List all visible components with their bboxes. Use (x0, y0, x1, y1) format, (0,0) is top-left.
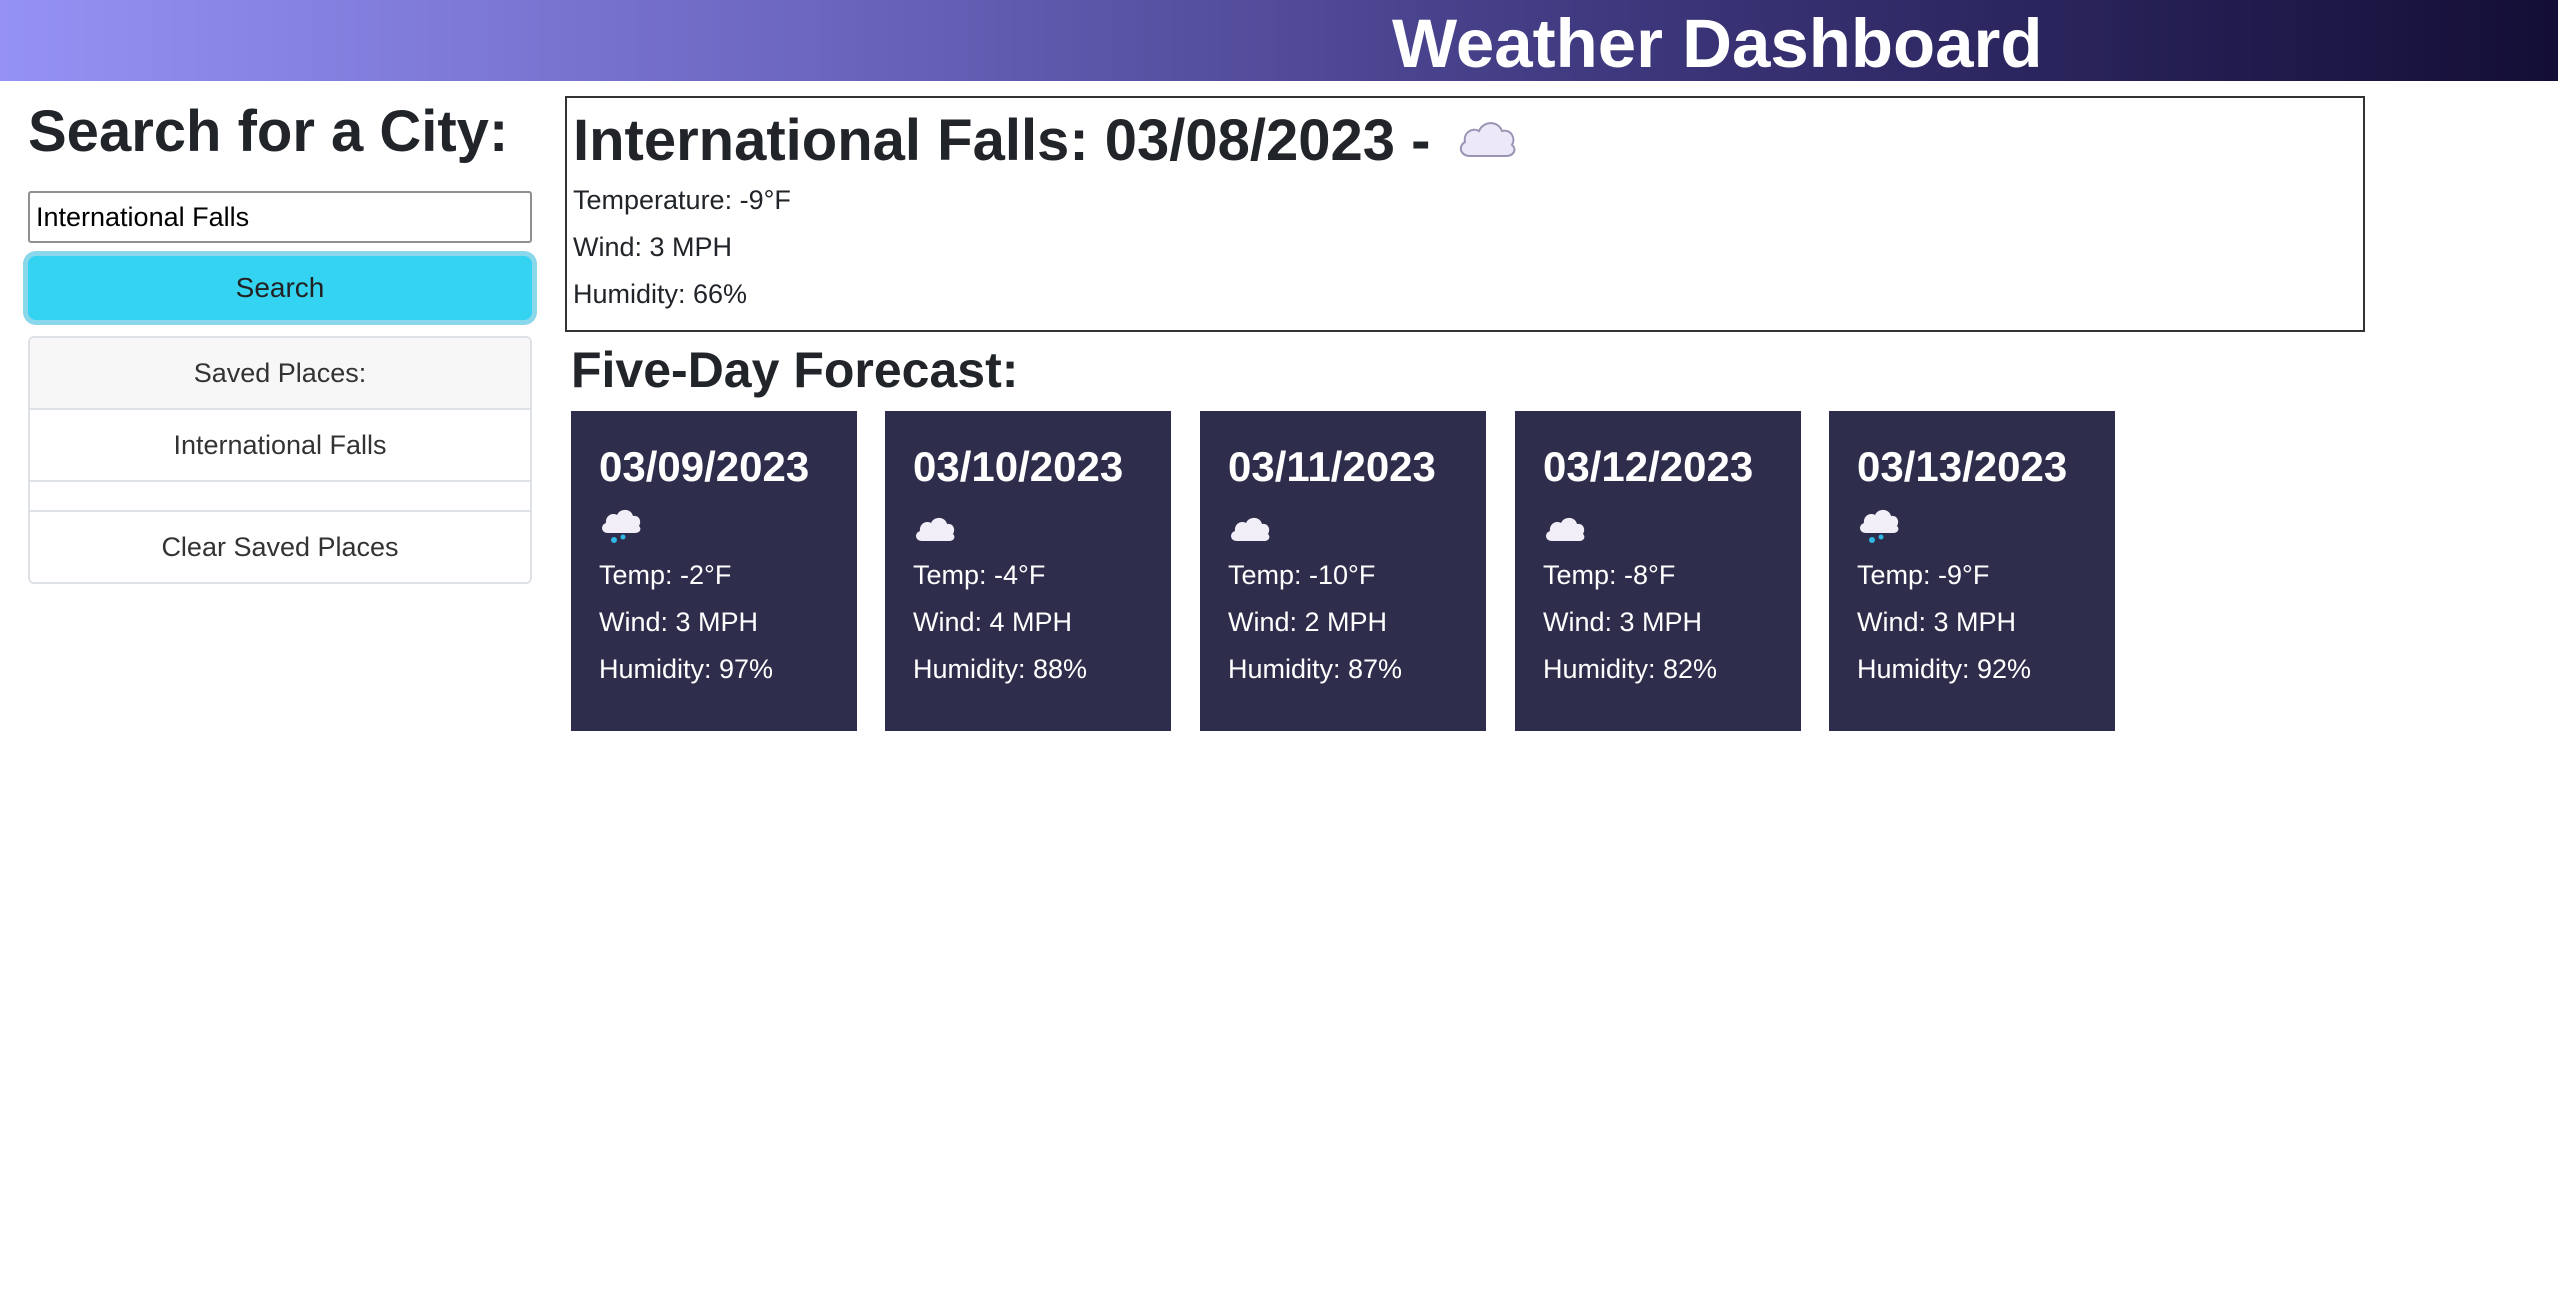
forecast-temp: Temp: -8°F (1543, 560, 1676, 590)
forecast-humidity: Humidity: 82% (1543, 654, 1718, 684)
cloud-icon (1543, 507, 1587, 549)
cloud-icon (1456, 106, 1518, 176)
search-heading: Search for a City: (28, 99, 509, 164)
saved-places-spacer (30, 482, 530, 512)
forecast-wind: Wind: 3 MPH (1543, 607, 1703, 637)
forecast-temp: Temp: -10°F (1228, 560, 1376, 590)
forecast-humidity: Humidity: 88% (913, 654, 1088, 684)
current-humidity: Humidity: 66% (573, 279, 748, 309)
forecast-card: 03/13/2023 Temp: -9°F Wind: 3 MPH Humidi… (1829, 411, 2115, 731)
forecast-card: 03/11/2023 Temp: -10°F Wind: 2 MPH Humid… (1200, 411, 1486, 731)
cloud-icon (913, 507, 957, 549)
search-button[interactable]: Search (28, 256, 532, 320)
saved-places-header: Saved Places: (30, 338, 530, 410)
forecast-temp: Temp: -9°F (1857, 560, 1990, 590)
clear-saved-places-button[interactable]: Clear Saved Places (30, 512, 530, 582)
forecast-date: 03/10/2023 (913, 443, 1124, 490)
page-title: Weather Dashboard (1392, 5, 2043, 82)
current-weather-title: International Falls: 03/08/2023 - (573, 106, 1518, 176)
forecast-card: 03/09/2023 Temp: -2°F Wind: 3 MPH Humidi… (571, 411, 857, 731)
forecast-humidity: Humidity: 97% (599, 654, 774, 684)
forecast-humidity: Humidity: 92% (1857, 654, 2032, 684)
forecast-wind: Wind: 3 MPH (1857, 607, 2017, 637)
forecast-date: 03/13/2023 (1857, 443, 2068, 490)
forecast-date: 03/12/2023 (1543, 443, 1754, 490)
forecast-date: 03/11/2023 (1228, 443, 1436, 490)
snow-icon (599, 507, 643, 549)
forecast-wind: Wind: 2 MPH (1228, 607, 1388, 637)
current-wind: Wind: 3 MPH (573, 232, 733, 262)
saved-place-item[interactable]: International Falls (30, 410, 530, 482)
forecast-humidity: Humidity: 87% (1228, 654, 1403, 684)
forecast-temp: Temp: -2°F (599, 560, 732, 590)
snow-icon (1857, 507, 1901, 549)
forecast-date: 03/09/2023 (599, 443, 810, 490)
forecast-heading: Five-Day Forecast: (571, 342, 1019, 398)
current-weather-title-text: International Falls: 03/08/2023 - (573, 108, 1431, 173)
forecast-wind: Wind: 4 MPH (913, 607, 1073, 637)
forecast-temp: Temp: -4°F (913, 560, 1046, 590)
saved-places-list: Saved Places: International Falls Clear … (28, 336, 532, 584)
forecast-wind: Wind: 3 MPH (599, 607, 759, 637)
city-search-input[interactable] (28, 191, 532, 243)
forecast-card: 03/12/2023 Temp: -8°F Wind: 3 MPH Humidi… (1515, 411, 1801, 731)
cloud-icon (1228, 507, 1272, 549)
page-header: Weather Dashboard (0, 0, 2558, 82)
forecast-card: 03/10/2023 Temp: -4°F Wind: 4 MPH Humidi… (885, 411, 1171, 731)
current-temperature: Temperature: -9°F (573, 185, 791, 215)
current-weather-panel: International Falls: 03/08/2023 - Temper… (565, 96, 2365, 332)
